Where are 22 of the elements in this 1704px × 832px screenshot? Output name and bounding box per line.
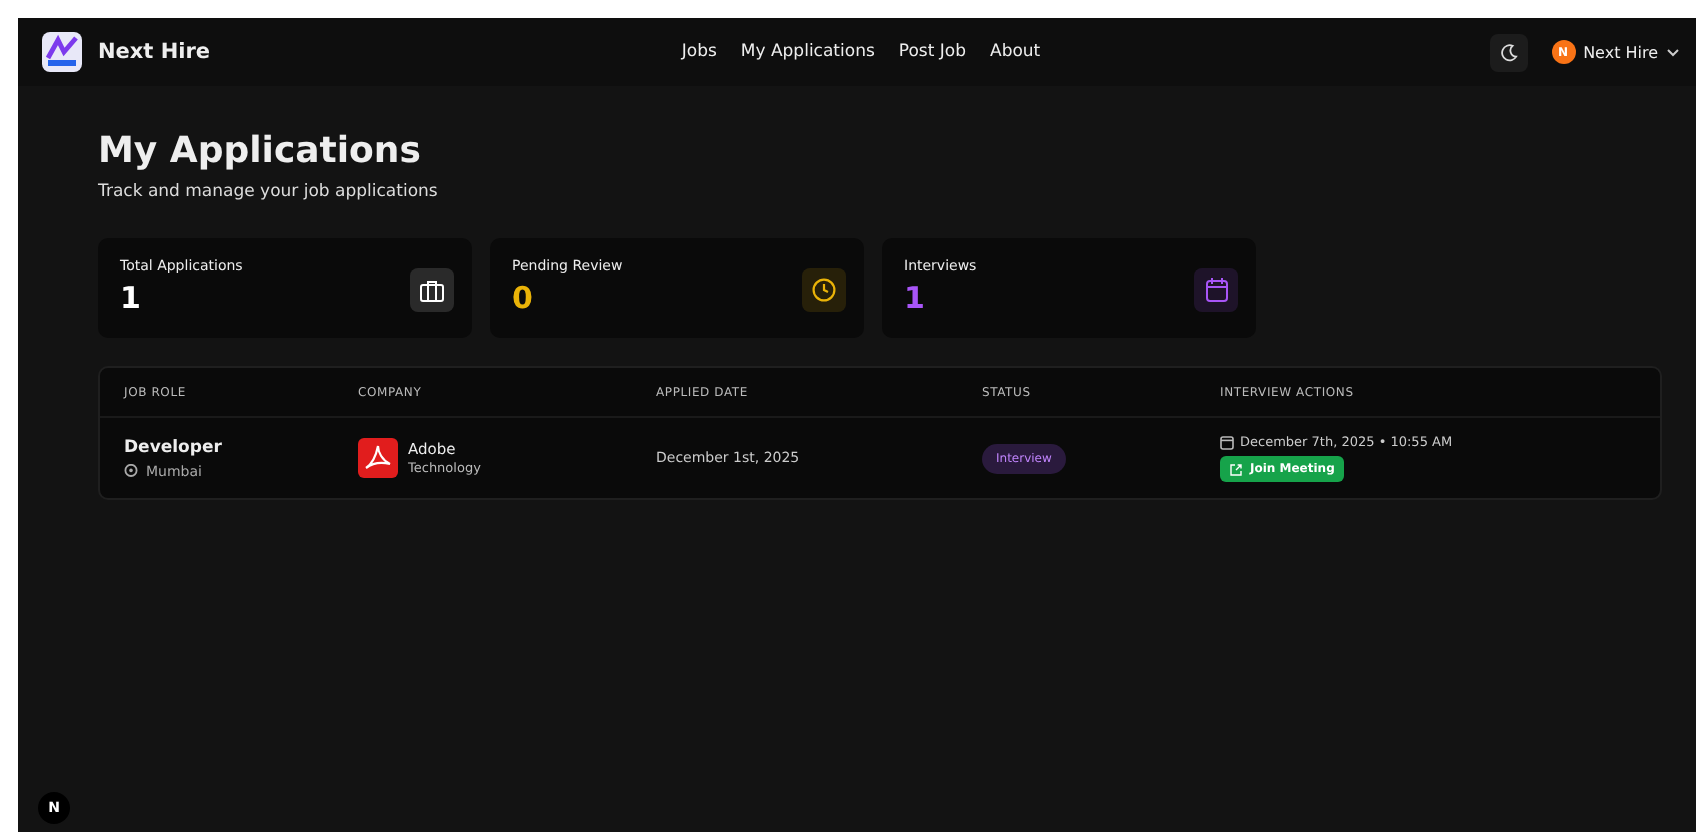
theme-toggle-button[interactable] [1489,33,1528,71]
page-title: My Applications [98,130,423,172]
stat-value: 1 [120,280,143,316]
calendar-icon [1205,278,1227,302]
external-link-icon [1230,463,1242,475]
nav-link[interactable]: Jobs [681,42,717,62]
company-logo [358,438,398,478]
stat-value: 0 [512,280,535,316]
briefcase-icon [420,279,444,301]
chevron-down-icon [1666,47,1681,57]
calendar-icon [1220,435,1234,449]
job-role: Developer [124,437,222,457]
clock-icon [812,278,836,302]
nav-link[interactable]: About [990,42,1041,62]
stat-value: 1 [904,280,927,316]
logo-icon [42,32,82,72]
nav-link[interactable]: My Applications [740,42,875,62]
nav-link[interactable]: Post Job [898,42,966,62]
moon-icon [1499,43,1518,61]
location-pin-icon [124,463,138,479]
page-subtitle: Track and manage your job applications [98,182,440,202]
brand-name[interactable]: Next Hire [98,40,211,64]
